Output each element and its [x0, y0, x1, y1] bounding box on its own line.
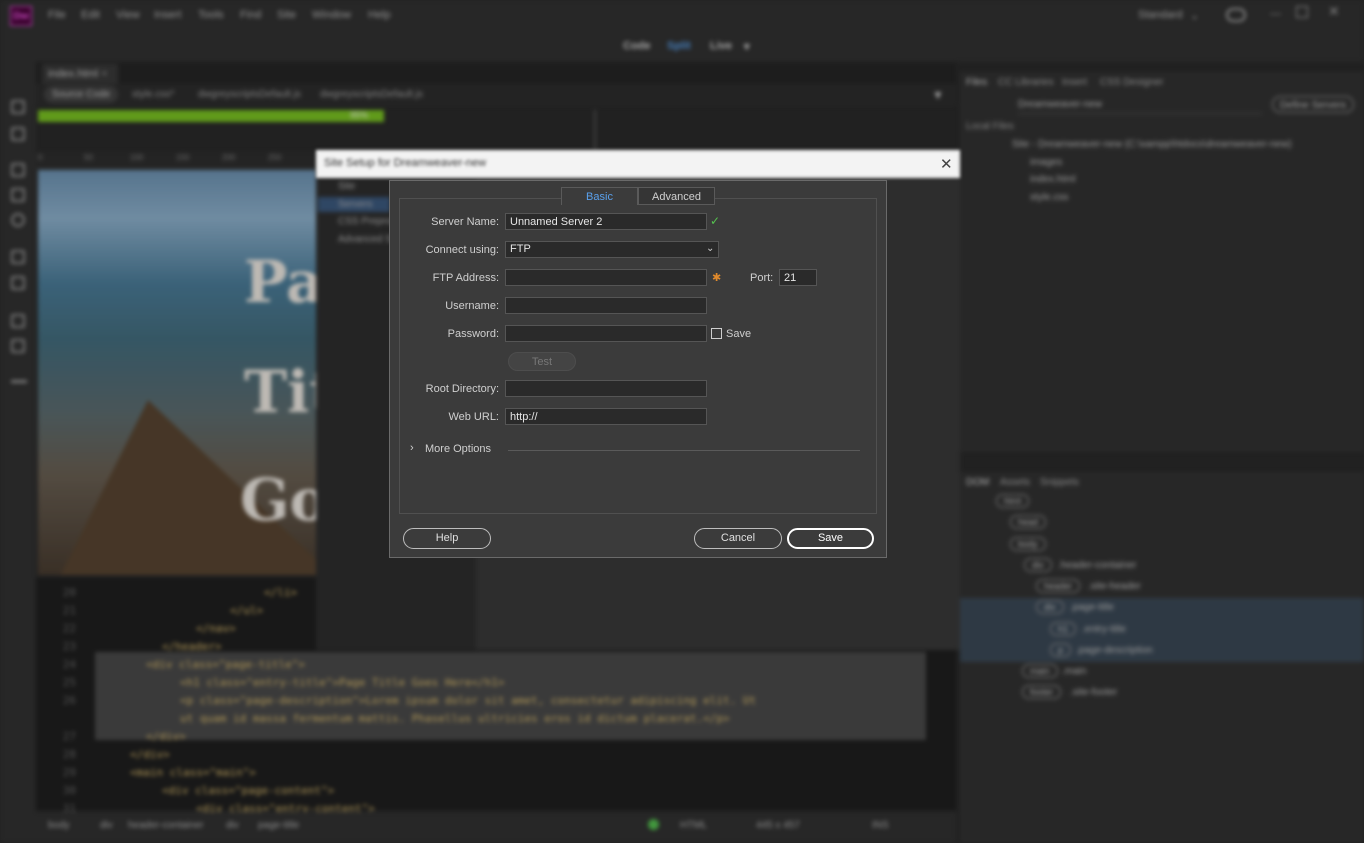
port-label: Port:: [750, 272, 774, 284]
cancel-button[interactable]: Cancel: [694, 528, 782, 549]
root-directory-label: Root Directory:: [425, 383, 499, 395]
connect-using-label: Connect using:: [425, 244, 499, 256]
save-password-checkbox[interactable]: [711, 328, 722, 339]
port-input[interactable]: [779, 269, 817, 286]
divider: [508, 450, 860, 451]
web-url-label: Web URL:: [448, 411, 499, 423]
password-input[interactable]: [505, 325, 707, 342]
test-button[interactable]: Test: [508, 352, 576, 371]
ftp-address-label: FTP Address:: [432, 272, 499, 284]
username-label: Username:: [445, 300, 499, 312]
save-button[interactable]: Save: [787, 528, 874, 549]
server-name-label: Server Name:: [431, 216, 499, 228]
tab-basic[interactable]: Basic: [561, 187, 638, 205]
password-label: Password:: [447, 328, 499, 340]
tab-advanced[interactable]: Advanced: [638, 187, 715, 205]
more-options-toggle[interactable]: More Options: [425, 443, 491, 455]
save-password-label: Save: [726, 328, 752, 340]
root-directory-input[interactable]: [505, 380, 707, 397]
help-button[interactable]: Help: [403, 528, 491, 549]
close-icon[interactable]: ✕: [940, 155, 953, 173]
connect-using-value: FTP: [510, 243, 531, 255]
web-url-input[interactable]: [505, 408, 707, 425]
server-name-input[interactable]: [505, 213, 707, 230]
username-input[interactable]: [505, 297, 707, 314]
chevron-down-icon: ⌄: [706, 243, 715, 254]
ftp-address-input[interactable]: [505, 269, 707, 286]
site-setup-title: Site Setup for Dreamweaver-new: [324, 157, 487, 169]
checkmark-icon: ✓: [710, 214, 721, 228]
chevron-right-icon[interactable]: ›: [410, 442, 414, 454]
required-asterisk-icon: ✱: [712, 272, 722, 284]
connect-using-select[interactable]: FTP: [505, 241, 719, 258]
